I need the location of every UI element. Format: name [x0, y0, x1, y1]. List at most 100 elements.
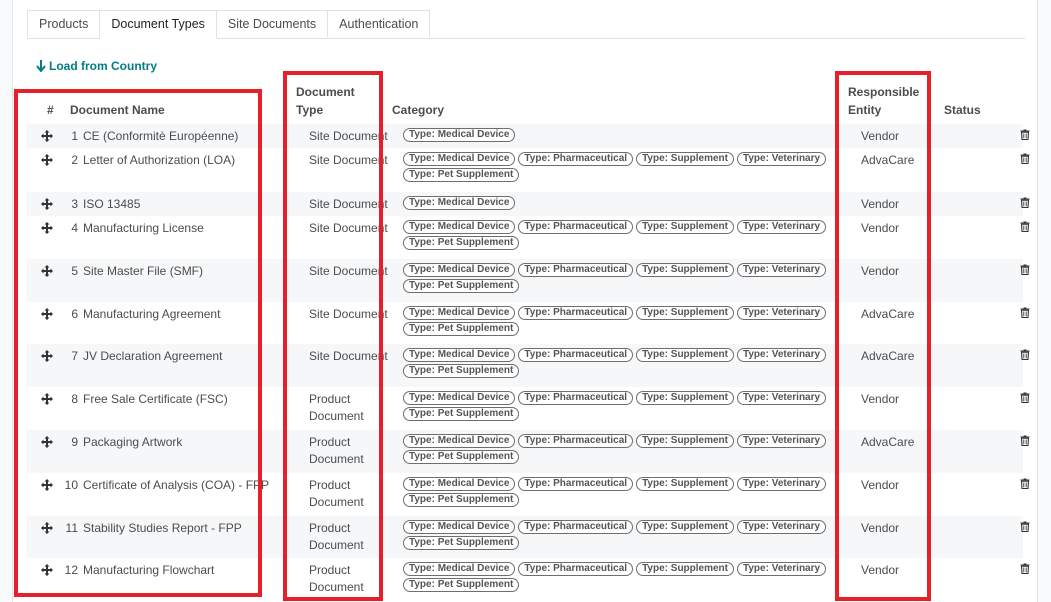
tab-products[interactable]: Products [27, 10, 101, 37]
table-row[interactable]: 12 Manufacturing Flowchart Product Document… [27, 558, 1030, 600]
document-name-cell[interactable]: Manufacturing License [83, 220, 204, 237]
column-header-responsible-entity[interactable]: Responsible Entity [848, 83, 919, 119]
table-row[interactable]: 8 Free Sale Certificate (FSC) Product Docum… [27, 387, 1030, 430]
category-tag[interactable]: Type: Medical Device [403, 263, 516, 277]
load-from-country-button[interactable]: Load from Country [36, 59, 157, 73]
trash-icon[interactable] [1020, 221, 1030, 232]
document-name-cell[interactable]: Manufacturing Flowchart [83, 562, 214, 579]
category-tags[interactable]: Type: Medical Device Type: Pharmaceutical… [403, 391, 843, 421]
category-tag[interactable]: Type: Pharmaceutical [518, 477, 634, 491]
column-header-document-type[interactable]: Document Type [296, 83, 355, 119]
category-tag[interactable]: Type: Supplement [636, 348, 734, 362]
document-type-cell[interactable]: Site Document [309, 348, 388, 365]
table-row[interactable]: 11 Stability Studies Report - FPP Product D… [27, 516, 1030, 558]
category-tag[interactable]: Type: Pharmaceutical [518, 562, 634, 576]
category-tag[interactable]: Type: Pharmaceutical [518, 520, 634, 534]
drag-handle-icon[interactable] [41, 564, 53, 576]
document-type-cell[interactable]: Site Document [309, 128, 388, 145]
category-tags[interactable]: Type: Medical Device Type: Pharmaceutical… [403, 562, 843, 592]
tab-document-types[interactable]: Document Types [99, 10, 217, 39]
document-type-cell[interactable]: Product Document [309, 562, 364, 596]
document-name-cell[interactable]: Site Master File (SMF) [83, 263, 203, 280]
category-tag[interactable]: Type: Pet Supplement [403, 279, 520, 293]
category-tag[interactable]: Type: Supplement [636, 562, 734, 576]
category-tag[interactable]: Type: Veterinary [737, 306, 827, 320]
responsible-entity-cell[interactable]: Vendor [861, 263, 899, 280]
category-tag[interactable]: Type: Veterinary [737, 348, 827, 362]
category-tag[interactable]: Type: Supplement [636, 263, 734, 277]
category-tag[interactable]: Type: Pharmaceutical [518, 220, 634, 234]
drag-handle-icon[interactable] [41, 265, 53, 277]
trash-icon[interactable] [1020, 478, 1030, 489]
table-row[interactable]: 7 JV Declaration Agreement Site Document Ty… [27, 344, 1030, 387]
responsible-entity-cell[interactable]: Vendor [861, 562, 899, 579]
responsible-entity-cell[interactable]: Vendor [861, 128, 899, 145]
category-tag[interactable]: Type: Medical Device [403, 306, 516, 320]
document-type-cell[interactable]: Site Document [309, 196, 388, 213]
document-type-cell[interactable]: Product Document [309, 520, 364, 554]
category-tags[interactable]: Type: Medical Device [403, 196, 843, 210]
category-tag[interactable]: Type: Pet Supplement [403, 450, 520, 464]
trash-icon[interactable] [1020, 153, 1030, 164]
category-tags[interactable]: Type: Medical Device Type: Pharmaceutical… [403, 220, 843, 250]
column-header-number[interactable]: # [47, 101, 54, 119]
document-type-cell[interactable]: Site Document [309, 263, 388, 280]
category-tag[interactable]: Type: Pet Supplement [403, 322, 520, 336]
responsible-entity-cell[interactable]: Vendor [861, 391, 899, 408]
trash-icon[interactable] [1020, 129, 1030, 140]
drag-handle-icon[interactable] [41, 479, 53, 491]
category-tag[interactable]: Type: Medical Device [403, 520, 516, 534]
table-row[interactable]: 3 ISO 13485 Site Document Type: Medical Dev… [27, 192, 1030, 216]
category-tag[interactable]: Type: Pharmaceutical [518, 306, 634, 320]
table-row[interactable]: 4 Manufacturing License Site Document Type:… [27, 216, 1030, 259]
category-tag[interactable]: Type: Pet Supplement [403, 236, 520, 250]
category-tags[interactable]: Type: Medical Device Type: Pharmaceutical… [403, 152, 843, 182]
category-tag[interactable]: Type: Veterinary [737, 391, 827, 405]
column-header-status[interactable]: Status [944, 101, 981, 119]
category-tag[interactable]: Type: Pet Supplement [403, 364, 520, 378]
table-row[interactable]: 9 Packaging Artwork Product Document Type: M… [27, 430, 1030, 473]
responsible-entity-cell[interactable]: AdvaCare [861, 152, 914, 169]
category-tag[interactable]: Type: Medical Device [403, 220, 516, 234]
category-tag[interactable]: Type: Pet Supplement [403, 407, 520, 421]
responsible-entity-cell[interactable]: Vendor [861, 220, 899, 237]
category-tags[interactable]: Type: Medical Device Type: Pharmaceutical… [403, 520, 843, 550]
category-tag[interactable]: Type: Supplement [636, 391, 734, 405]
category-tags[interactable]: Type: Medical Device Type: Pharmaceutical… [403, 306, 843, 336]
trash-icon[interactable] [1020, 392, 1030, 403]
category-tag[interactable]: Type: Pharmaceutical [518, 152, 634, 166]
trash-icon[interactable] [1020, 349, 1030, 360]
category-tags[interactable]: Type: Medical Device Type: Pharmaceutical… [403, 348, 843, 378]
category-tag[interactable]: Type: Medical Device [403, 562, 516, 576]
category-tag[interactable]: Type: Supplement [636, 477, 734, 491]
drag-handle-icon[interactable] [41, 154, 53, 166]
tab-authentication[interactable]: Authentication [327, 10, 431, 37]
drag-handle-icon[interactable] [41, 436, 53, 448]
category-tag[interactable]: Type: Veterinary [737, 434, 827, 448]
category-tag[interactable]: Type: Veterinary [737, 152, 827, 166]
category-tag[interactable]: Type: Pet Supplement [403, 536, 520, 550]
trash-icon[interactable] [1020, 521, 1030, 532]
category-tag[interactable]: Type: Medical Device [403, 434, 516, 448]
category-tag[interactable]: Type: Veterinary [737, 263, 827, 277]
document-name-cell[interactable]: JV Declaration Agreement [83, 348, 222, 365]
category-tag[interactable]: Type: Supplement [636, 152, 734, 166]
trash-icon[interactable] [1020, 197, 1030, 208]
document-name-cell[interactable]: ISO 13485 [83, 196, 140, 213]
table-row[interactable]: 6 Manufacturing Agreement Site Document Typ… [27, 302, 1030, 344]
responsible-entity-cell[interactable]: Vendor [861, 520, 899, 537]
document-type-cell[interactable]: Product Document [309, 391, 364, 425]
document-type-cell[interactable]: Product Document [309, 434, 364, 468]
category-tag[interactable]: Type: Supplement [636, 520, 734, 534]
table-row[interactable]: 10 Certificate of Analysis (COA) - FPP Pro… [27, 473, 1030, 516]
category-tag[interactable]: Type: Medical Device [403, 128, 516, 142]
document-type-cell[interactable]: Site Document [309, 220, 388, 237]
category-tag[interactable]: Type: Veterinary [737, 520, 827, 534]
category-tag[interactable]: Type: Pet Supplement [403, 168, 520, 182]
category-tag[interactable]: Type: Pharmaceutical [518, 391, 634, 405]
category-tag[interactable]: Type: Pet Supplement [403, 578, 520, 592]
responsible-entity-cell[interactable]: AdvaCare [861, 306, 914, 323]
responsible-entity-cell[interactable]: Vendor [861, 477, 899, 494]
category-tag[interactable]: Type: Veterinary [737, 562, 827, 576]
document-name-cell[interactable]: Letter of Authorization (LOA) [83, 152, 235, 169]
